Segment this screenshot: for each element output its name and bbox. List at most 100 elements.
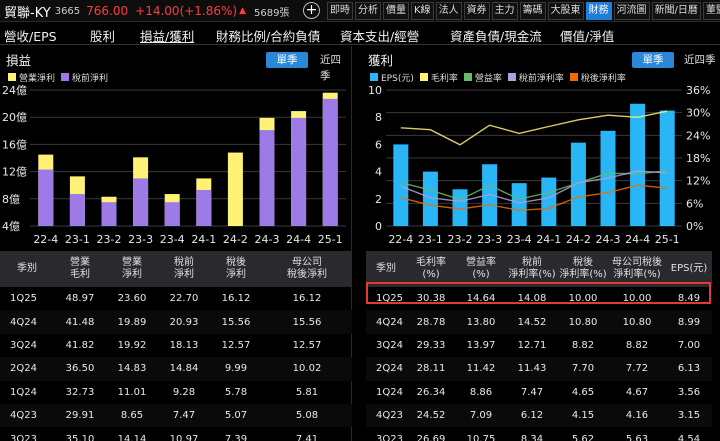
subtab-3[interactable]: 財務比例/合約負債 [216, 26, 320, 45]
column-header[interactable]: 營益率 (%) [456, 251, 506, 287]
nav-tab-0[interactable]: 即時 [327, 2, 353, 20]
value-cell: 41.48 [54, 310, 106, 334]
pretax-income-bar[interactable] [101, 202, 117, 226]
nav-tab-3[interactable]: K線 [411, 2, 434, 20]
table-row[interactable]: 1Q25 48.97 23.60 22.70 16.12 16.12 [0, 287, 352, 310]
table-row[interactable]: 3Q23 35.10 14.14 10.97 7.39 7.41 [0, 427, 352, 441]
column-header[interactable]: 稅前 淨利率(%) [506, 251, 558, 287]
pretax-income-bar[interactable] [291, 117, 307, 226]
eps-bar[interactable] [659, 110, 675, 226]
pretax-income-bar[interactable] [38, 169, 54, 226]
table-row[interactable]: 1Q24 26.34 8.86 7.47 4.65 4.67 3.56 [366, 381, 712, 404]
subtab-5[interactable]: 資產負債/現金流 [450, 26, 542, 45]
column-header[interactable]: 季別 [0, 251, 54, 287]
y-right-tick-label: 36% [686, 84, 710, 97]
nav-tab-11[interactable]: 新聞/日曆 [651, 2, 701, 20]
column-header[interactable]: 毛利率 (%) [406, 251, 456, 287]
table-row[interactable]: 2Q24 28.11 11.42 11.43 7.70 7.72 6.13 [366, 357, 712, 381]
value-cell: 30.38 [416, 293, 446, 305]
y-left-tick-label: 4 [375, 166, 382, 179]
profit-panel: 獲利 單季 近四季 EPS(元) 毛利率 營益率 稅前淨利率 稅後淨利率 36% 30% 2… [362, 46, 720, 441]
value-cell: 29.33 [416, 339, 446, 351]
ratio-line[interactable] [400, 110, 668, 146]
quarter-cell: 3Q24 [10, 339, 37, 351]
table-row[interactable]: 4Q23 24.52 7.09 6.12 4.15 4.16 3.15 [366, 403, 712, 428]
value-cell: 11.43 [506, 357, 558, 381]
ratio-line[interactable] [400, 184, 668, 212]
column-header[interactable]: 稅前 淨利 [158, 251, 210, 287]
value-cell: 7.41 [295, 433, 319, 441]
subtab-6[interactable]: 價值/淨值 [560, 26, 614, 45]
table-row[interactable]: 4Q23 29.91 8.65 7.47 5.07 5.08 [0, 403, 352, 428]
nav-tab-10[interactable]: 河流圖 [613, 2, 650, 20]
pretax-income-bar[interactable] [164, 202, 180, 226]
x-tick-label: 23-3 [128, 233, 153, 246]
nav-tab-5[interactable]: 資券 [463, 2, 490, 20]
pretax-income-bar[interactable] [322, 98, 338, 226]
table-row[interactable]: 1Q25 30.38 14.64 14.08 10.00 10.00 8.49 [366, 287, 712, 310]
value-cell: 41.82 [65, 339, 95, 351]
stock-code: 3665 [54, 5, 81, 17]
value-cell: 7.70 [558, 357, 608, 381]
value-cell: 4.54 [677, 433, 701, 441]
pretax-income-bar[interactable] [69, 194, 85, 226]
nav-tab-8[interactable]: 大股東 [547, 2, 584, 20]
column-header[interactable]: 季別 [366, 251, 406, 287]
table-row[interactable]: 4Q24 41.48 19.89 20.93 15.56 15.56 [0, 310, 352, 334]
pretax-income-bar[interactable] [259, 130, 275, 226]
operating-income-bar[interactable] [227, 152, 243, 226]
column-header[interactable]: 營業 毛利 [54, 251, 106, 287]
table-row[interactable]: 3Q23 26.69 10.75 8.34 5.62 5.63 4.54 [366, 427, 712, 441]
column-header[interactable]: 稅後 淨利 [210, 251, 262, 287]
value-cell: 7.47 [158, 403, 210, 428]
nav-tab-6[interactable]: 主力 [491, 2, 518, 20]
column-header[interactable]: EPS(元) [666, 251, 712, 287]
value-cell: 15.56 [210, 310, 262, 334]
column-header[interactable]: 稅後 淨利率(%) [558, 251, 608, 287]
add-watchlist-button[interactable]: + [303, 2, 320, 19]
table-row[interactable]: 3Q24 29.33 13.97 12.71 8.82 8.82 7.00 [366, 334, 712, 357]
y-right-tick-label: 24% [686, 129, 710, 142]
stock-price: 766.00 [86, 4, 129, 18]
table-row[interactable]: 1Q24 32.73 11.01 9.28 5.78 5.81 [0, 381, 352, 404]
table-row[interactable]: 4Q24 28.78 13.80 14.52 10.80 10.80 8.99 [366, 310, 712, 334]
eps-bar[interactable] [630, 103, 646, 226]
eps-bar[interactable] [393, 144, 409, 226]
pretax-income-bar[interactable] [133, 178, 149, 226]
nav-tab-7[interactable]: 籌碼 [519, 2, 546, 20]
nav-tab-2[interactable]: 價量 [383, 2, 409, 20]
value-cell: 19.89 [106, 310, 158, 334]
nav-tab-4[interactable]: 法人 [435, 2, 462, 20]
nav-tab-1[interactable]: 分析 [355, 2, 381, 20]
eps-bar[interactable] [511, 183, 527, 226]
x-tick-label: 24-3 [255, 233, 280, 246]
subtab-2[interactable]: 損益/獲利 [140, 26, 194, 45]
value-cell: 5.62 [571, 433, 595, 441]
subtab-0[interactable]: 營收/EPS [4, 26, 57, 45]
y-right-tick-label: 30% [686, 107, 710, 120]
up-arrow-icon: ▲ [239, 6, 247, 16]
table-row[interactable]: 2Q24 36.50 14.83 14.84 9.99 10.02 [0, 357, 352, 381]
x-tick-label: 22-4 [388, 233, 413, 246]
table-header-row: 季別 毛利率 (%) 營益率 (%) 稅前 淨利率(%) 稅後 淨利率(%) 母公司稅後 … [366, 251, 712, 287]
column-header[interactable]: 營業 淨利 [106, 251, 158, 287]
quarter-cell: 3Q24 [376, 339, 403, 351]
eps-bar[interactable] [541, 177, 557, 226]
x-tick-label: 24-2 [223, 233, 248, 246]
stock-name[interactable]: 貿聯-KY [4, 2, 51, 21]
nav-tab-12[interactable]: 董監/公司 [702, 2, 720, 20]
quarter-cell: 1Q24 [10, 386, 37, 398]
pretax-income-bar[interactable] [196, 189, 212, 226]
nav-tab-9[interactable]: 財務 [585, 2, 612, 20]
income-panel: 損益 單季 近四季 營業淨利 稅前淨利 24億 20億 16億 12億 8億 4億 22-4 2… [0, 46, 352, 441]
value-cell: 14.08 [517, 293, 547, 305]
column-header[interactable]: 母公司 稅後淨利 [262, 251, 352, 287]
column-header[interactable]: 母公司稅後 淨利率(%) [608, 251, 666, 287]
subtab-4[interactable]: 資本支出/經營 [340, 26, 419, 45]
value-cell: 18.13 [169, 339, 199, 351]
ratio-line[interactable] [400, 170, 668, 204]
value-cell: 23.60 [117, 293, 147, 305]
table-row[interactable]: 3Q24 41.82 19.92 18.13 12.57 12.57 [0, 334, 352, 357]
ratio-line[interactable] [400, 170, 668, 201]
subtab-1[interactable]: 股利 [90, 26, 115, 45]
